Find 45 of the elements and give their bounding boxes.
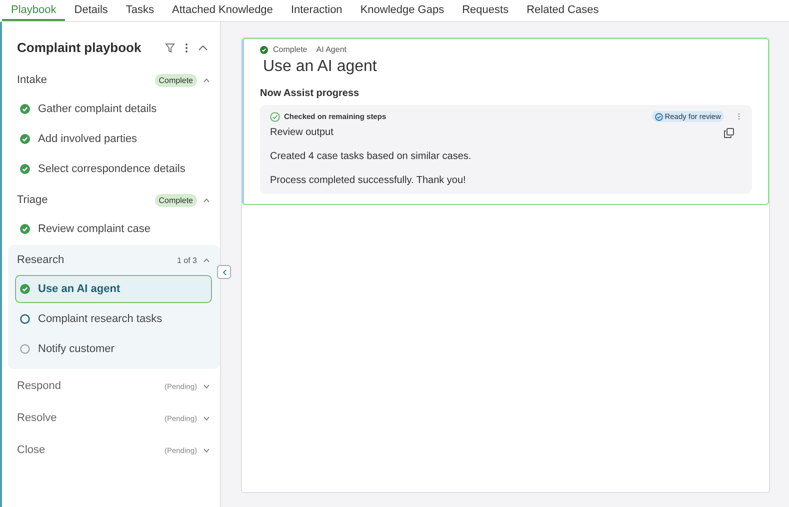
status-badge: Complete <box>154 194 197 206</box>
playbook-title: Complaint playbook <box>17 40 142 55</box>
collapse-icon[interactable] <box>198 44 208 50</box>
check-circle-icon <box>260 46 268 54</box>
tab[interactable]: Related Cases <box>518 0 608 21</box>
step-item[interactable]: Review complaint case <box>15 215 212 243</box>
step-item[interactable]: Gather complaint details <box>15 95 212 123</box>
chevron-down-icon[interactable] <box>203 384 210 388</box>
step-item[interactable]: Complaint research tasks <box>15 305 212 333</box>
check-circle-icon <box>270 112 280 122</box>
activity-title: Use an AI agent <box>263 58 378 76</box>
filter-icon[interactable] <box>165 42 175 52</box>
tab[interactable]: Attached Knowledge <box>163 0 282 21</box>
tab[interactable]: Knowledge Gaps <box>351 0 454 21</box>
output-text: Created 4 case tasks based on similar cases. <box>270 151 472 162</box>
more-icon[interactable] <box>185 42 188 52</box>
section-heading: Now Assist progress <box>260 88 360 99</box>
activity-status: Complete <box>273 45 308 54</box>
collapse-panel-button[interactable] <box>217 265 231 279</box>
chevron-down-icon[interactable] <box>203 448 210 452</box>
stage-name: Triage <box>16 194 49 206</box>
output-heading: Review output <box>270 127 334 138</box>
copy-icon[interactable] <box>724 128 734 138</box>
stage-name: Resolve <box>16 412 58 424</box>
tab[interactable]: Details <box>65 0 117 21</box>
step-item[interactable]: Use an AI agent <box>15 275 212 303</box>
chevron-left-icon <box>222 268 226 276</box>
step-count: 1 of 3 <box>176 256 197 264</box>
status-badge: Complete <box>154 74 197 86</box>
tab[interactable]: Tasks <box>116 0 164 21</box>
chevron-up-icon[interactable] <box>203 198 210 202</box>
chevron-down-icon[interactable] <box>203 416 210 420</box>
stage-name: Intake <box>16 74 48 86</box>
step-item[interactable]: Select correspondence details <box>15 155 212 183</box>
step-item[interactable]: Add involved parties <box>15 125 212 153</box>
output-text: Process completed successfully. Thank you! <box>270 175 467 186</box>
chevron-up-icon[interactable] <box>203 258 210 262</box>
step-item[interactable]: Notify customer <box>15 335 212 363</box>
stage-name: Respond <box>16 380 62 392</box>
stage-name: Research <box>16 254 66 266</box>
tab[interactable]: Interaction <box>282 0 352 21</box>
activity-type: AI Agent <box>316 45 346 54</box>
tab[interactable]: Requests <box>453 0 518 21</box>
stage-name: Close <box>16 444 46 456</box>
chevron-up-icon[interactable] <box>203 78 210 82</box>
